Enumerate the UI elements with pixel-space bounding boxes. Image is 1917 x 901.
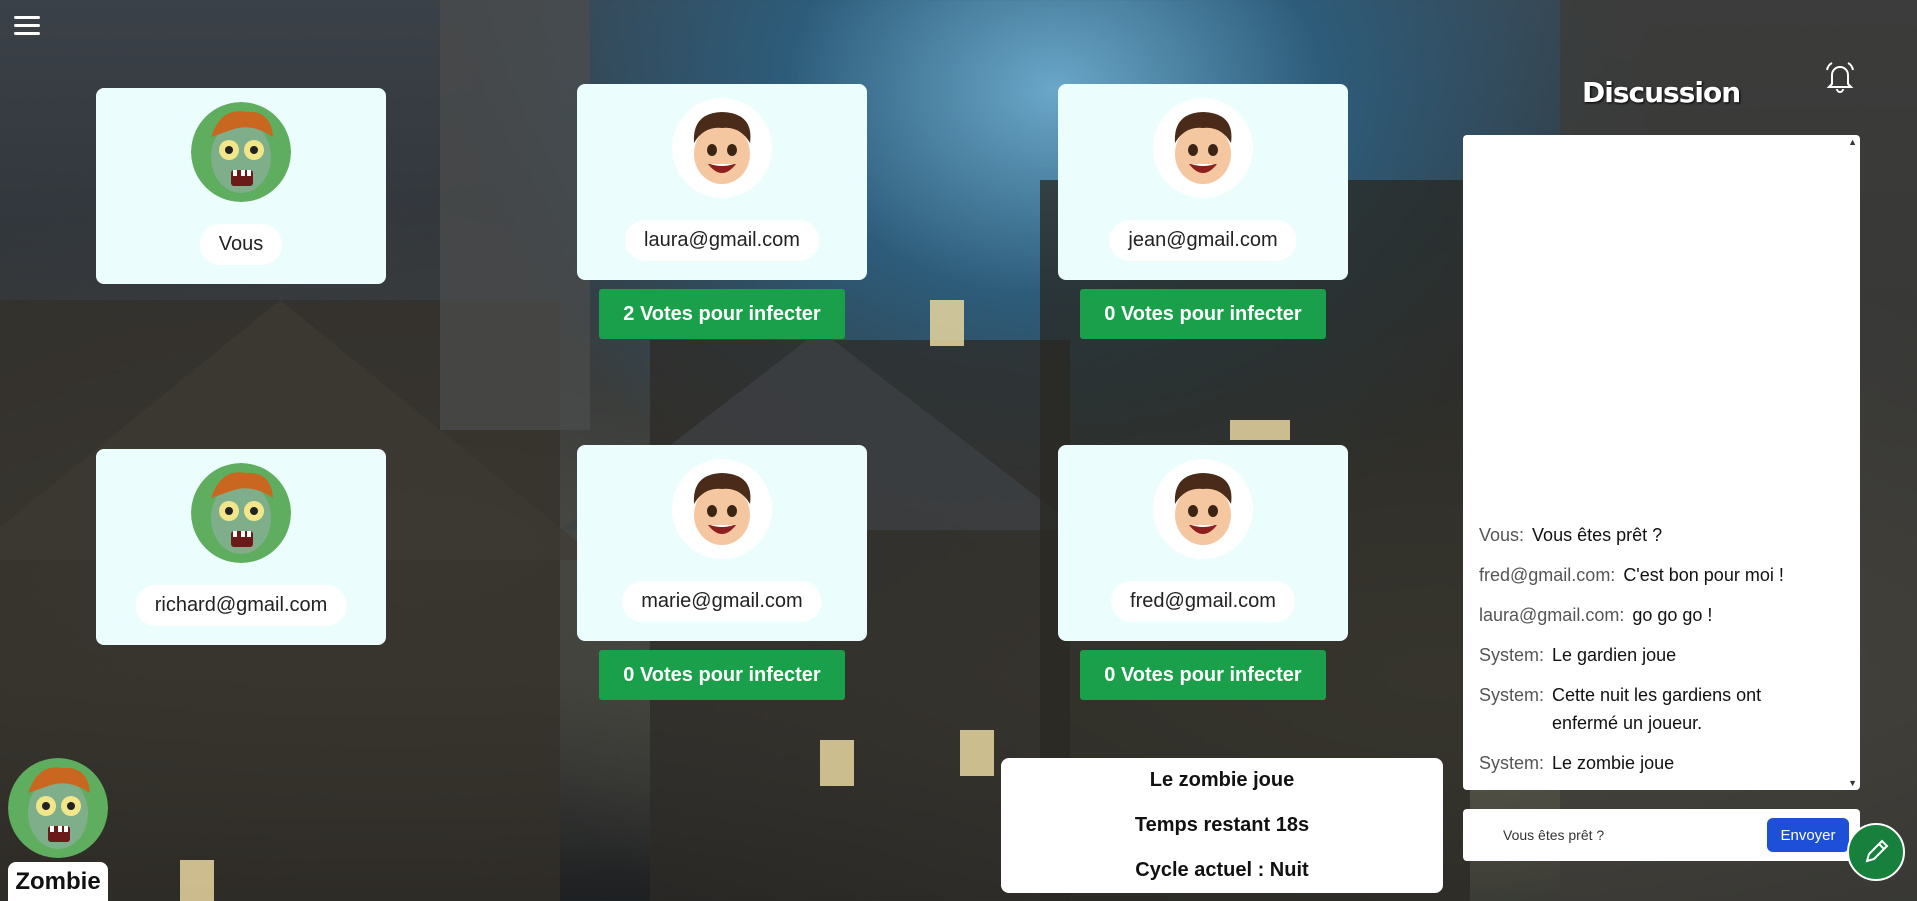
chat-message: Vous: Vous êtes prêt ? <box>1479 521 1819 549</box>
message-text: Le zombie joue <box>1552 753 1675 773</box>
chat-message-input[interactable] <box>1475 817 1775 853</box>
message-text: Cette nuit les gardiens ont enfermé un j… <box>1552 685 1762 733</box>
message-sender: System: <box>1479 685 1545 705</box>
player-card-jean[interactable]: jean@gmail.com <box>1058 84 1348 280</box>
player-card-you: Vous <box>96 88 386 284</box>
chat-message: fred@gmail.com: C'est bon pour moi ! <box>1479 561 1819 589</box>
player-name: Vous <box>199 224 283 265</box>
player-card-marie[interactable]: marie@gmail.com <box>577 445 867 641</box>
player-card-richard: richard@gmail.com <box>96 449 386 645</box>
vote-infect-button-jean[interactable]: 0 Votes pour infecter <box>1080 289 1326 339</box>
current-cycle-label: Cycle actuel : Nuit <box>1135 859 1309 881</box>
chat-messages-panel[interactable]: ▲ Vous: Vous êtes prêt ? fred@gmail.com:… <box>1463 135 1860 790</box>
message-text: Le gardien joue <box>1552 645 1677 665</box>
discussion-title: Discussion <box>1582 76 1741 109</box>
boy-avatar <box>1153 98 1253 198</box>
message-text: go go go ! <box>1632 605 1713 625</box>
chat-message: laura@gmail.com: go go go ! <box>1479 601 1819 629</box>
message-sender: fred@gmail.com: <box>1479 565 1616 585</box>
player-card-laura[interactable]: laura@gmail.com <box>577 84 867 280</box>
player-card-fred[interactable]: fred@gmail.com <box>1058 445 1348 641</box>
my-role-label: Zombie <box>8 862 108 901</box>
player-name: laura@gmail.com <box>625 220 819 261</box>
message-sender: laura@gmail.com: <box>1479 605 1625 625</box>
scroll-up-arrow-icon[interactable]: ▲ <box>1848 137 1857 147</box>
time-remaining-label: Temps restant 18s <box>1134 814 1310 836</box>
scroll-down-arrow-icon[interactable]: ▼ <box>1848 778 1857 788</box>
game-status-panel: Le zombie joue Temps restant 18s Cycle a… <box>1001 758 1443 893</box>
message-text: Vous êtes prêt ? <box>1532 525 1663 545</box>
player-name: richard@gmail.com <box>135 585 347 626</box>
chat-input-bar: Envoyer <box>1463 809 1860 861</box>
vote-infect-button-fred[interactable]: 0 Votes pour infecter <box>1080 650 1326 700</box>
message-sender: System: <box>1479 753 1545 773</box>
pencil-icon[interactable] <box>1847 823 1905 881</box>
message-sender: System: <box>1479 645 1545 665</box>
message-sender: Vous: <box>1479 525 1525 545</box>
chat-message: System: Le gardien joue <box>1479 641 1819 669</box>
vote-infect-button-marie[interactable]: 0 Votes pour infecter <box>599 650 845 700</box>
player-name: marie@gmail.com <box>622 581 822 622</box>
player-name: jean@gmail.com <box>1109 220 1297 261</box>
vote-infect-button-laura[interactable]: 2 Votes pour infecter <box>599 289 845 339</box>
hamburger-menu-icon[interactable] <box>14 16 40 38</box>
current-turn-label: Le zombie joue <box>1149 769 1295 791</box>
bell-icon[interactable] <box>1823 60 1857 94</box>
boy-avatar <box>672 98 772 198</box>
chat-message: System: Cette nuit les gardiens ont enfe… <box>1479 681 1819 737</box>
zombie-avatar <box>191 463 291 563</box>
zombie-avatar <box>191 102 291 202</box>
zombie-avatar <box>8 758 108 858</box>
boy-avatar <box>1153 459 1253 559</box>
boy-avatar <box>672 459 772 559</box>
message-text: C'est bon pour moi ! <box>1623 565 1784 585</box>
player-name: fred@gmail.com <box>1111 581 1295 622</box>
chat-message: System: Le zombie joue <box>1479 749 1819 777</box>
chat-message-list: Vous: Vous êtes prêt ? fred@gmail.com: C… <box>1479 521 1819 789</box>
send-button[interactable]: Envoyer <box>1767 818 1849 852</box>
